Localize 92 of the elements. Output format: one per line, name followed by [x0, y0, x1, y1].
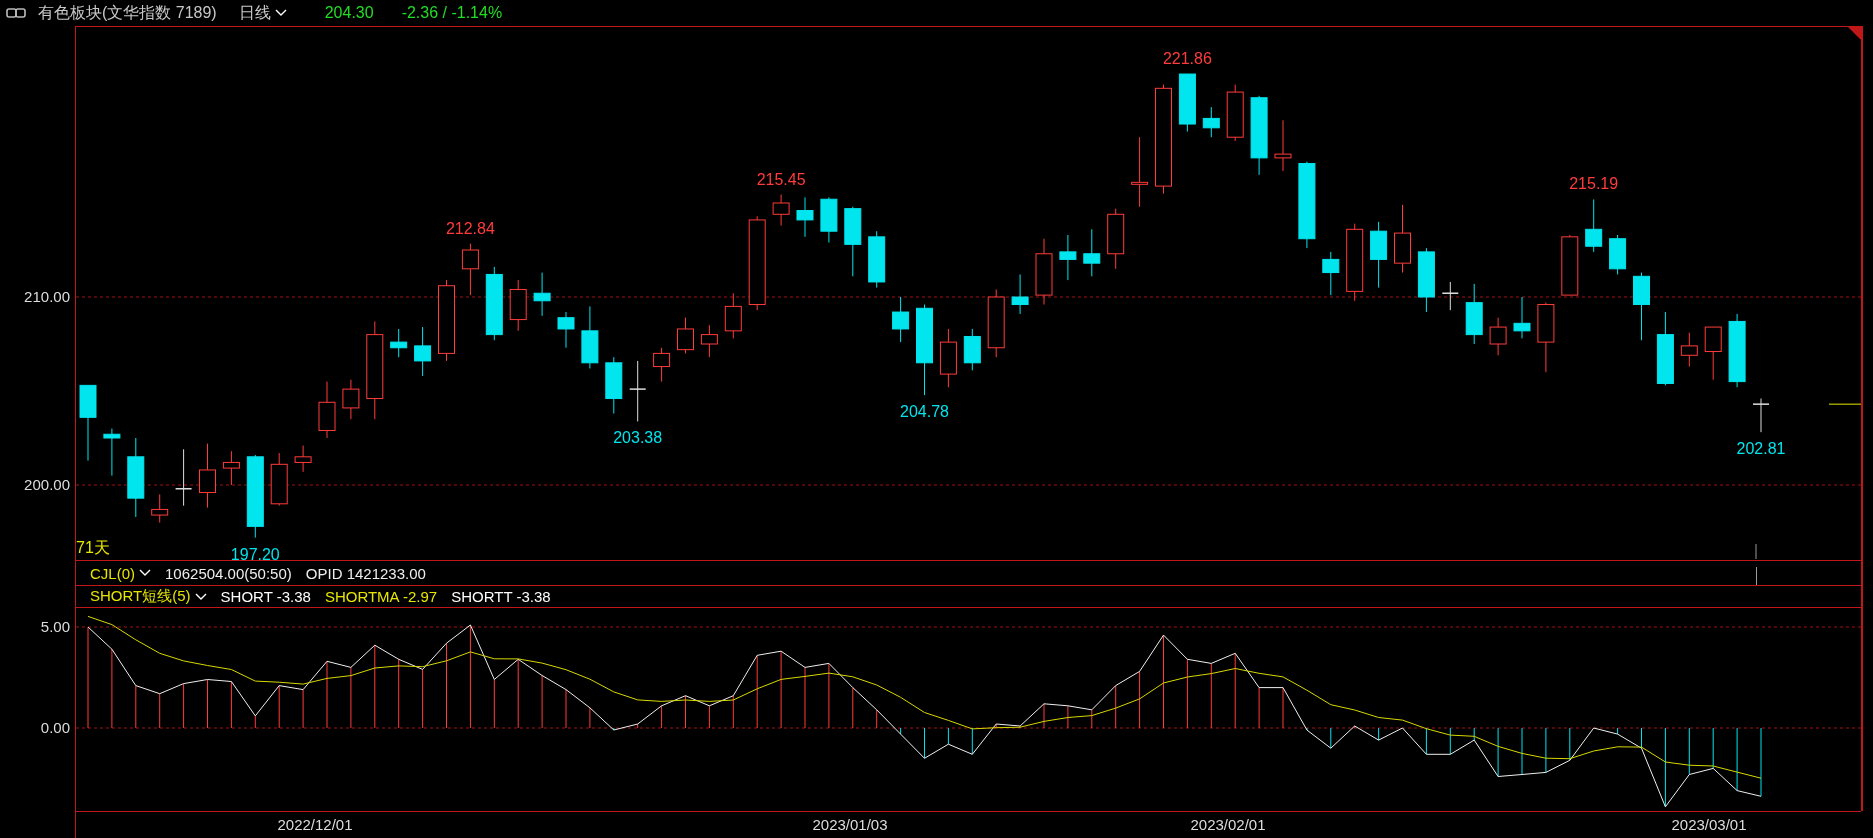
candlestick — [1489, 317, 1507, 356]
chevron-down-icon[interactable] — [274, 9, 287, 17]
candlestick — [103, 428, 121, 477]
candlestick — [1083, 228, 1101, 277]
candlestick — [1370, 221, 1388, 289]
high-price-label: 215.19 — [1569, 175, 1619, 193]
candlestick — [868, 230, 886, 289]
last-price: 204.30 — [324, 4, 374, 22]
price-change: -2.36 / -1.14% — [401, 4, 503, 22]
candlestick — [820, 196, 838, 243]
candlestick — [1226, 84, 1244, 142]
low-price-label: 197.20 — [230, 545, 280, 560]
high-price-label: 215.45 — [756, 170, 806, 188]
indicator-legend-value: SHORTT -3.38 — [451, 588, 551, 605]
high-price-label: 221.86 — [1162, 50, 1212, 68]
open-interest-value: OPID 1421233.00 — [305, 564, 426, 582]
candlestick — [700, 324, 718, 358]
candlestick — [270, 452, 288, 507]
candlestick — [461, 243, 479, 296]
candlestick — [1107, 208, 1125, 270]
candlestick — [1609, 234, 1627, 275]
candlestick — [509, 279, 527, 332]
volume-tick — [1755, 543, 1757, 560]
day-count: 71天 — [76, 539, 110, 556]
high-price-label: 212.84 — [445, 219, 495, 237]
volume-tick — [1756, 567, 1757, 585]
candlestick — [1011, 273, 1029, 315]
chevron-down-icon[interactable] — [139, 569, 151, 577]
candlestick — [1513, 296, 1531, 339]
candlestick — [1465, 283, 1483, 345]
period-dropdown[interactable]: 日线 — [238, 2, 287, 24]
candlestick — [1178, 73, 1196, 133]
candlestick — [581, 305, 599, 369]
candlestick — [342, 379, 360, 420]
candlestick — [796, 196, 814, 238]
candlestick — [1561, 234, 1579, 296]
candlestick — [844, 206, 862, 277]
candlestick — [772, 194, 790, 227]
candlestick — [1202, 106, 1220, 138]
candlestick — [963, 328, 981, 371]
candlestick — [1035, 238, 1053, 305]
candlestick — [677, 317, 694, 354]
candlestick — [1417, 247, 1435, 313]
last-price-line — [1828, 403, 1861, 405]
date-axis-label: 2022/12/01 — [277, 816, 353, 833]
date-axis-label: 2023/01/03 — [812, 816, 888, 833]
instrument-title: 有色板块(文华指数 7189) — [38, 2, 217, 23]
candlestick — [987, 289, 1005, 358]
candlestick — [1131, 136, 1149, 208]
candlestick — [1680, 332, 1698, 368]
low-price-label: 203.38 — [613, 429, 663, 447]
indicator-legend-value: SHORTMA -2.97 — [324, 588, 438, 605]
candlestick — [724, 292, 742, 339]
candlestick — [1633, 272, 1650, 341]
candlestick — [174, 448, 193, 507]
candlestick — [653, 347, 671, 383]
candlestick — [533, 272, 551, 317]
candlestick — [1441, 281, 1460, 311]
candlestick — [1274, 119, 1292, 172]
candlestick — [605, 356, 623, 415]
candlestick — [1704, 326, 1722, 381]
candlestick — [390, 328, 408, 358]
candlestick — [939, 328, 957, 388]
candlestick — [628, 360, 647, 422]
candlestick — [151, 493, 169, 524]
price-axis-label: 210.00 — [24, 288, 70, 305]
indicator-axis-label: 0.00 — [40, 719, 70, 736]
chevron-down-icon[interactable] — [194, 592, 207, 601]
candlestick — [199, 443, 216, 509]
candlestick — [1752, 398, 1770, 433]
volume-value: 1062504.00(50:50) — [165, 564, 292, 582]
price-axis-label: 200.00 — [24, 476, 70, 493]
candlestick — [1322, 251, 1340, 296]
candlestick — [1059, 234, 1077, 281]
volume-indicator-dropdown[interactable]: CJL(0) — [90, 564, 151, 582]
candlestick — [222, 450, 240, 486]
indicator-axis-label: 5.00 — [40, 618, 70, 635]
candlestick — [892, 296, 910, 343]
candlestick — [414, 326, 432, 377]
low-price-label: 202.81 — [1736, 440, 1786, 458]
candlestick — [557, 311, 575, 349]
indicator-dropdown[interactable]: SHORT短线(5) — [90, 587, 207, 606]
candlestick — [318, 381, 336, 439]
date-axis-label: 2023/03/01 — [1671, 816, 1747, 833]
link-icon[interactable] — [6, 8, 26, 18]
candlestick — [294, 445, 312, 473]
candlestick — [1585, 198, 1603, 253]
candlestick — [1394, 204, 1411, 274]
indicator-legend-value: SHORT -3.38 — [220, 588, 311, 605]
low-price-label: 204.78 — [900, 403, 949, 421]
date-axis-label: 2023/02/01 — [1190, 816, 1266, 833]
candlestick — [1537, 302, 1555, 373]
